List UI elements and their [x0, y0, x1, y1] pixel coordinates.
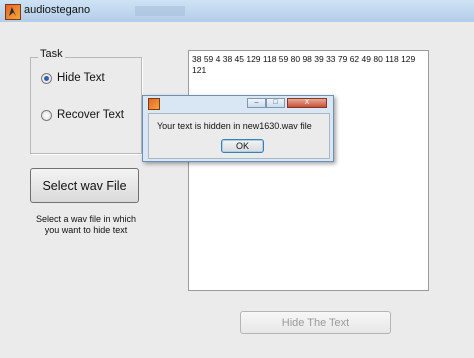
titlebar-background-tab — [135, 6, 185, 16]
task-panel-legend: Task — [38, 48, 65, 60]
window-title: audiostegano — [24, 4, 91, 16]
radio-unchecked-icon[interactable] — [41, 109, 52, 121]
hint-line-1: Select a wav file in which — [35, 214, 137, 224]
minimize-icon[interactable]: – — [247, 98, 266, 108]
hide-text-button[interactable]: Hide The Text — [240, 311, 391, 334]
recover-text-label: Recover Text — [57, 109, 124, 121]
hide-text-radio[interactable]: Hide Text — [41, 72, 105, 84]
dialog-titlebar[interactable]: – □ X — [143, 96, 333, 111]
radio-checked-icon[interactable] — [41, 72, 52, 84]
matlab-icon — [5, 4, 21, 20]
recover-text-radio[interactable]: Recover Text — [41, 109, 124, 121]
ok-button[interactable]: OK — [221, 139, 264, 153]
message-dialog: – □ X Your text is hidden in new1630.wav… — [142, 95, 334, 162]
dialog-content: Your text is hidden in new1630.wav file … — [148, 113, 330, 159]
close-button[interactable]: X — [287, 98, 327, 108]
dialog-message: Your text is hidden in new1630.wav file — [157, 121, 312, 131]
maximize-icon[interactable]: □ — [266, 98, 285, 108]
select-hint-text: Select a wav file in which you want to h… — [26, 214, 146, 236]
window-titlebar: audiostegano — [0, 0, 474, 23]
hide-text-label: Hide Text — [57, 72, 105, 84]
select-wav-file-button[interactable]: Select wav File — [30, 168, 139, 203]
text-input-area[interactable]: 38 59 4 38 45 129 118 59 80 98 39 33 79 … — [188, 50, 429, 291]
hint-line-2: you want to hide text — [44, 225, 128, 235]
matlab-icon — [148, 98, 160, 110]
